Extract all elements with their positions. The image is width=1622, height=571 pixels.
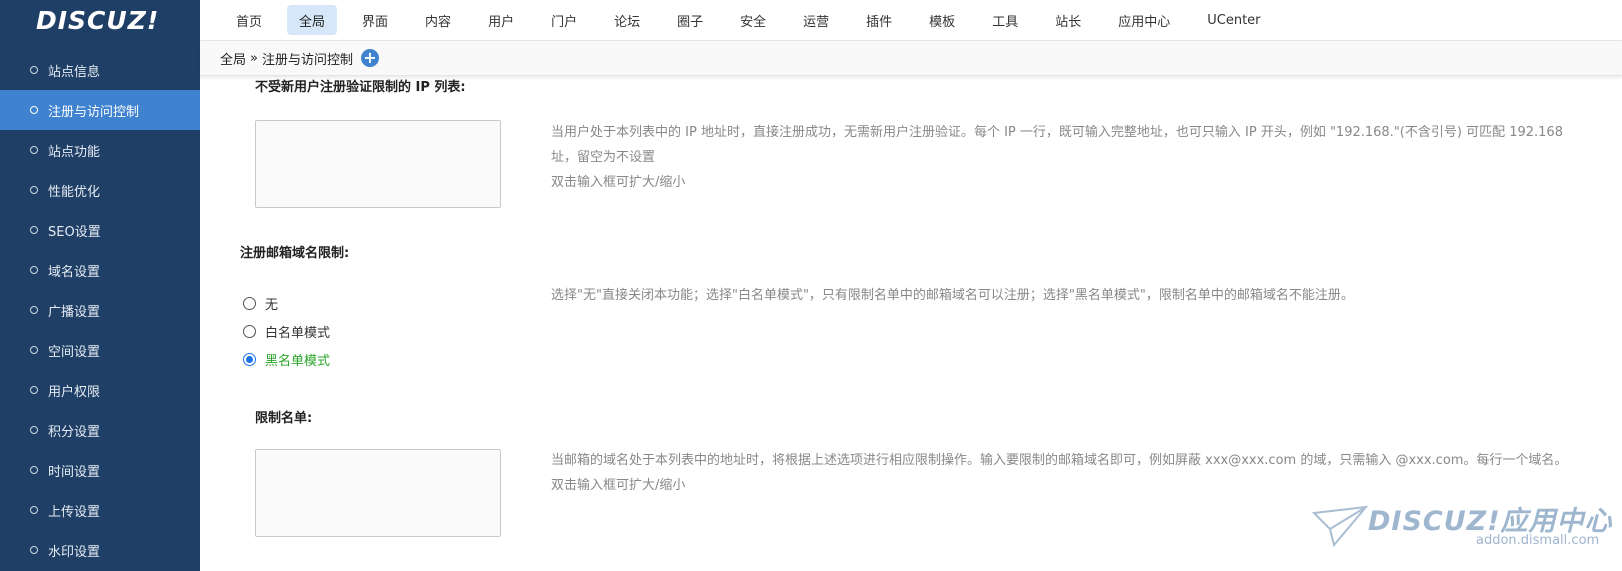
nav-app-center[interactable]: 应用中心 xyxy=(1106,5,1182,35)
sidebar-item-label: 注册与访问控制 xyxy=(48,104,140,120)
nav-security[interactable]: 安全 xyxy=(728,5,778,35)
watermark-url: addon.dismall.com xyxy=(1476,533,1600,548)
circle-bullet-icon xyxy=(30,186,38,194)
sidebar-item-site-functions[interactable]: 站点功能 xyxy=(0,130,200,170)
restrict-list-textarea[interactable] xyxy=(255,449,501,537)
discuz-logo[interactable]: DISCUZ! xyxy=(0,0,200,40)
top-nav: 首页 全局 界面 内容 用户 门户 论坛 圈子 安全 运营 插件 模板 工具 站… xyxy=(200,0,1622,41)
sidebar-item-watermark[interactable]: 水印设置 xyxy=(0,530,200,570)
nav-forum[interactable]: 论坛 xyxy=(602,5,652,35)
sidebar-item-time[interactable]: 时间设置 xyxy=(0,450,200,490)
settings-form: 不受新用户注册验证限制的 IP 列表: 当用户处于本列表中的 IP 地址时，直接… xyxy=(220,76,1622,571)
circle-bullet-icon xyxy=(30,386,38,394)
sidebar-item-label: 性能优化 xyxy=(48,184,101,200)
sidebar-item-performance[interactable]: 性能优化 xyxy=(0,170,200,210)
sidebar-item-label: 用户权限 xyxy=(48,384,101,400)
radio-option-blacklist[interactable]: 黑名单模式 xyxy=(243,350,330,369)
email-domain-tip: 选择"无"直接关闭本功能；选择"白名单模式"，只有限制名单中的邮箱域名可以注册；… xyxy=(551,288,1354,303)
nav-templates[interactable]: 模板 xyxy=(917,5,967,35)
circle-bullet-icon xyxy=(30,66,38,74)
nav-users[interactable]: 用户 xyxy=(476,5,526,35)
sidebar-item-label: 时间设置 xyxy=(48,464,101,480)
nav-operations[interactable]: 运营 xyxy=(791,5,841,35)
breadcrumb: 全局 » 注册与访问控制 + xyxy=(200,41,1622,76)
sidebar-item-user-permissions[interactable]: 用户权限 xyxy=(0,370,200,410)
radio-button[interactable] xyxy=(243,353,256,366)
ip-list-expand-hint: 双击输入框可扩大/缩小 xyxy=(551,175,686,190)
add-shortcut-button[interactable]: + xyxy=(361,49,379,67)
circle-bullet-icon xyxy=(30,226,38,234)
sidebar-item-register-access[interactable]: 注册与访问控制 xyxy=(0,90,200,130)
radio-button[interactable] xyxy=(243,325,256,338)
breadcrumb-current: 注册与访问控制 xyxy=(261,52,353,68)
sidebar-item-label: 上传设置 xyxy=(48,504,101,520)
circle-bullet-icon xyxy=(30,146,38,154)
circle-bullet-icon xyxy=(30,506,38,514)
nav-ucenter[interactable]: UCenter xyxy=(1195,5,1272,35)
circle-bullet-icon xyxy=(30,306,38,314)
restrict-list-label: 限制名单: xyxy=(255,411,313,426)
nav-webmaster[interactable]: 站长 xyxy=(1043,5,1093,35)
ip-list-tip-cont: 址，留空为不设置 xyxy=(551,150,656,165)
sidebar-item-label: 空间设置 xyxy=(48,344,101,360)
nav-plugins[interactable]: 插件 xyxy=(854,5,904,35)
circle-bullet-icon xyxy=(30,106,38,114)
breadcrumb-root[interactable]: 全局 xyxy=(220,49,246,68)
nav-interface[interactable]: 界面 xyxy=(350,5,400,35)
circle-bullet-icon xyxy=(30,346,38,354)
ip-list-tip: 当用户处于本列表中的 IP 地址时，直接注册成功，无需新用户注册验证。每个 IP… xyxy=(551,125,1563,140)
radio-option-none[interactable]: 无 xyxy=(243,294,278,313)
nav-home[interactable]: 首页 xyxy=(224,5,274,35)
nav-global[interactable]: 全局 xyxy=(287,5,338,35)
sidebar-item-space[interactable]: 空间设置 xyxy=(0,330,200,370)
radio-button[interactable] xyxy=(243,297,256,310)
radio-option-whitelist[interactable]: 白名单模式 xyxy=(243,322,330,341)
sidebar-item-label: 广播设置 xyxy=(48,304,101,320)
sidebar-menu: 站点信息 注册与访问控制 站点功能 性能优化 SEO设置 域名设置 广播设置 空… xyxy=(0,50,200,570)
sidebar-item-label: 水印设置 xyxy=(48,544,101,560)
sidebar: DISCUZ! 站点信息 注册与访问控制 站点功能 性能优化 SEO设置 域名设… xyxy=(0,0,200,571)
sidebar-item-label: 站点功能 xyxy=(48,144,101,160)
paper-plane-icon xyxy=(1312,505,1368,548)
radio-label: 无 xyxy=(265,298,279,313)
sidebar-item-label: 站点信息 xyxy=(48,64,101,80)
circle-bullet-icon xyxy=(30,266,38,274)
nav-groups[interactable]: 圈子 xyxy=(665,5,715,35)
restrict-list-tip: 当邮箱的域名处于本列表中的地址时，将根据上述选项进行相应限制操作。输入要限制的邮… xyxy=(551,453,1568,468)
nav-portal[interactable]: 门户 xyxy=(539,5,589,35)
sidebar-item-upload[interactable]: 上传设置 xyxy=(0,490,200,530)
nav-content[interactable]: 内容 xyxy=(413,5,463,35)
sidebar-item-domain[interactable]: 域名设置 xyxy=(0,250,200,290)
radio-label: 黑名单模式 xyxy=(265,354,331,369)
app-center-watermark: DISCUZ!应用中心 addon.dismall.com xyxy=(1312,499,1612,557)
circle-bullet-icon xyxy=(30,426,38,434)
sidebar-item-broadcast[interactable]: 广播设置 xyxy=(0,290,200,330)
nav-tools[interactable]: 工具 xyxy=(980,5,1030,35)
radio-label: 白名单模式 xyxy=(265,326,331,341)
sidebar-item-credits[interactable]: 积分设置 xyxy=(0,410,200,450)
sidebar-item-seo[interactable]: SEO设置 xyxy=(0,210,200,250)
sidebar-item-label: 域名设置 xyxy=(48,264,101,280)
circle-bullet-icon xyxy=(30,466,38,474)
restrict-list-expand-hint: 双击输入框可扩大/缩小 xyxy=(551,478,686,493)
circle-bullet-icon xyxy=(30,546,38,554)
ip-list-textarea[interactable] xyxy=(255,120,501,208)
sidebar-item-label: 积分设置 xyxy=(48,424,101,440)
email-domain-label: 注册邮箱域名限制: xyxy=(240,246,350,261)
breadcrumb-separator: » xyxy=(250,50,258,66)
sidebar-item-label: SEO设置 xyxy=(48,224,101,240)
sidebar-item-site-info[interactable]: 站点信息 xyxy=(0,50,200,90)
ip-list-label: 不受新用户注册验证限制的 IP 列表: xyxy=(255,80,466,95)
